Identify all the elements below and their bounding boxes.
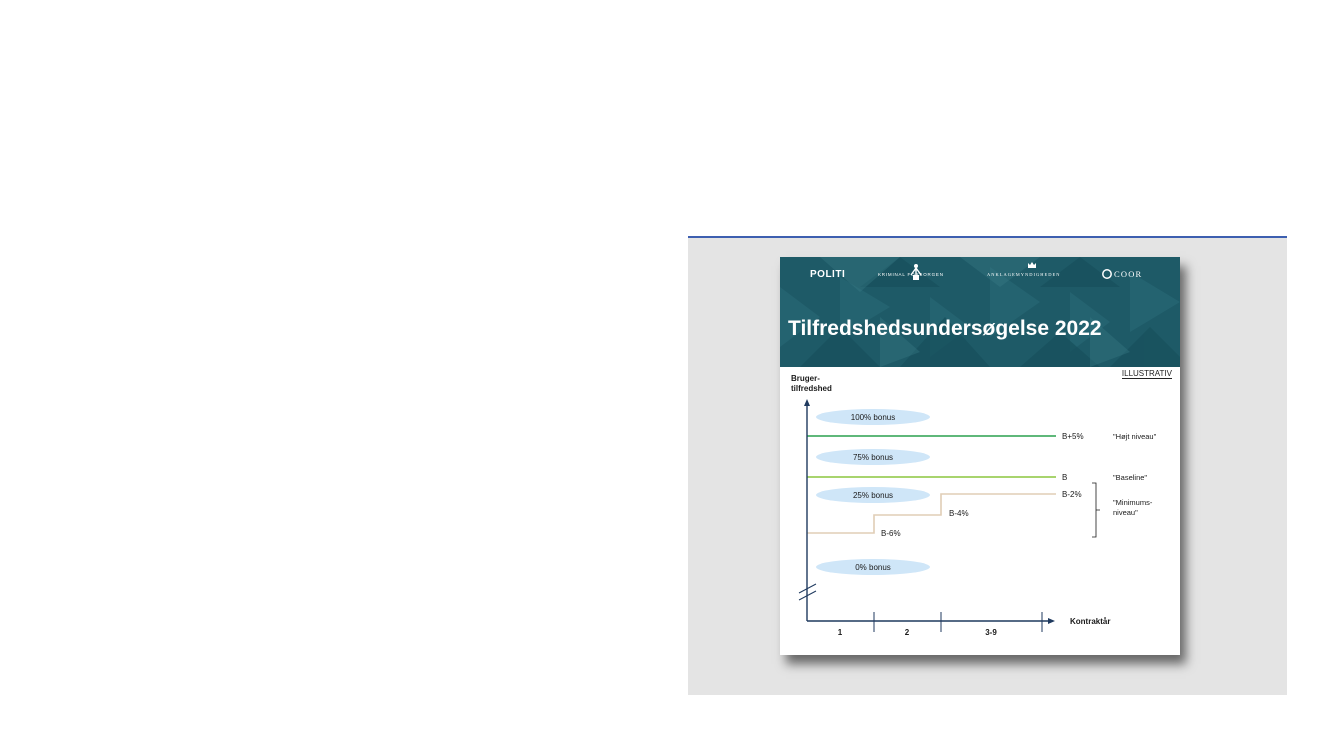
- band-100-label: 100% bonus: [851, 413, 895, 422]
- step-label-year2: B-4%: [949, 509, 969, 518]
- x-axis-label: Kontraktår: [1070, 617, 1110, 626]
- level-label-high: B+5%: [1062, 432, 1084, 441]
- band-25-label: 25% bonus: [853, 491, 893, 500]
- header-banner: POLITI KRIMINAL FORSORGEN ANKLAGEMYNDIGH…: [780, 257, 1180, 367]
- bonus-chart: Bruger- tilfredshed Kontraktår 100% bonu…: [791, 374, 1157, 637]
- band-75-label: 75% bonus: [853, 453, 893, 462]
- level-label-baseline: B: [1062, 473, 1067, 482]
- step-label-year1: B-6%: [881, 529, 901, 538]
- y-axis-arrow: [804, 399, 810, 406]
- coor-logo: COOR: [1114, 269, 1143, 279]
- crown-icon: [1028, 262, 1036, 268]
- x-axis-arrow: [1048, 618, 1055, 624]
- document-thumbnail: POLITI KRIMINAL FORSORGEN ANKLAGEMYNDIGH…: [780, 257, 1180, 655]
- minimum-note-line2: niveau": [1113, 508, 1138, 517]
- minimum-note-line1: "Minimums-: [1113, 498, 1153, 507]
- step-label-year3: B-2%: [1062, 490, 1082, 499]
- politi-logo: POLITI: [810, 269, 846, 280]
- x-category-2: 2: [905, 628, 910, 637]
- document-title: Tilfredshedsundersøgelse 2022: [788, 317, 1102, 340]
- band-0-label: 0% bonus: [855, 563, 891, 572]
- x-category-1: 1: [838, 628, 843, 637]
- bonus-bands: 100% bonus 75% bonus 25% bonus 0% bonus: [816, 409, 930, 575]
- y-axis-label-line1: Bruger-: [791, 374, 820, 383]
- coor-logo-icon: [1102, 269, 1112, 279]
- minimum-bracket: [1092, 482, 1100, 538]
- kriminalforsorgen-logo: KRIMINAL FORSORGEN: [878, 272, 944, 277]
- level-note-baseline: "Baseline": [1113, 473, 1147, 482]
- anklagemyndigheden-logo: ANKLAGEMYNDIGHEDEN: [987, 272, 1061, 277]
- y-axis-label-line2: tilfredshed: [791, 384, 832, 393]
- x-category-3: 3-9: [985, 628, 997, 637]
- level-note-high: "Højt niveau": [1113, 432, 1157, 441]
